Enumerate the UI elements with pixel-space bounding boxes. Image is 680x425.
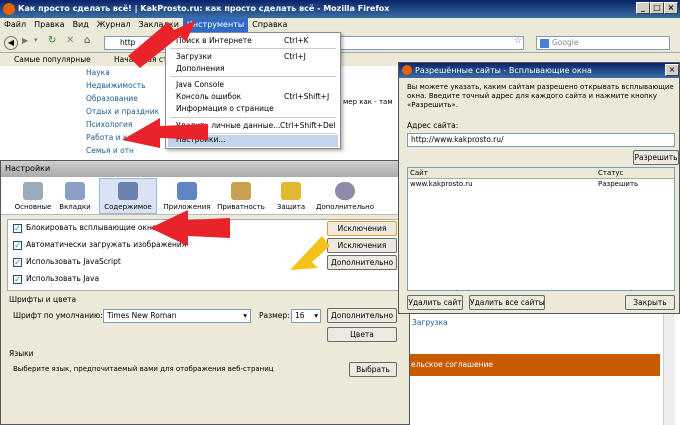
yellow-arrow-exceptions: [290, 236, 330, 270]
red-arrow-tools: [128, 20, 196, 68]
annotation-arrows: [122, 20, 330, 270]
red-arrow-settings: [122, 118, 208, 148]
red-arrow-block-popups: [150, 210, 230, 246]
